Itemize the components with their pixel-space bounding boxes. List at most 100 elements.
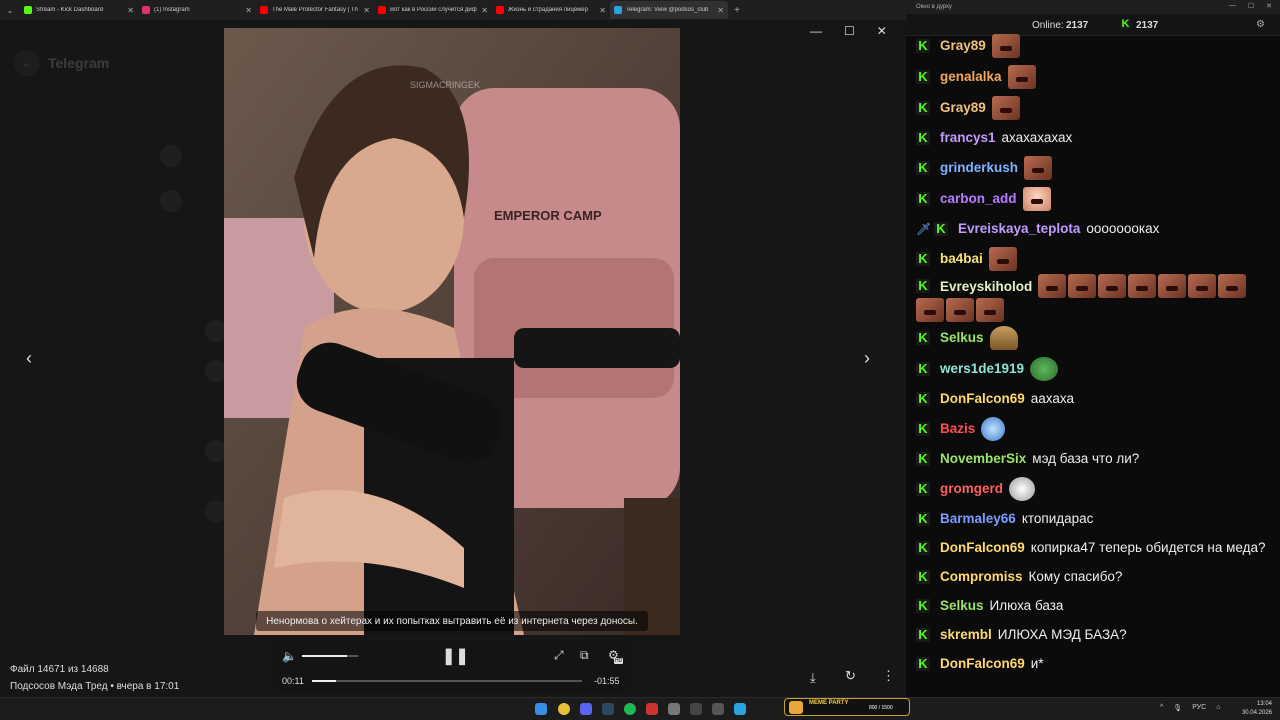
download-icon[interactable]: ⤓ (810, 670, 816, 686)
tab-3[interactable]: Вот как в России случится диф ✕ (374, 1, 492, 19)
app-icon[interactable] (668, 703, 680, 715)
chat-username[interactable]: Gray89 (940, 100, 986, 115)
close-icon[interactable]: ✕ (877, 24, 887, 38)
tab-2[interactable]: The Male Protector Fantasy | Th ✕ (256, 1, 374, 19)
previous-icon[interactable]: ‹ (26, 348, 32, 369)
tab-title: Telegram: View @podsos_club (626, 7, 709, 13)
emote-icon (981, 416, 1006, 441)
chat-settings-icon[interactable]: ⚙ (1256, 19, 1265, 30)
chat-message: K DonFalcon69 и* (916, 649, 1272, 678)
spotify-icon[interactable] (624, 703, 636, 715)
clock[interactable]: 13:04 30.04.2026 (1242, 700, 1272, 718)
chat-minimize-icon[interactable]: — (1229, 2, 1236, 10)
chat-username[interactable]: francys1 (940, 130, 996, 145)
kick-badge-icon: K (916, 279, 930, 293)
chat-username[interactable]: Selkus (940, 330, 984, 345)
chat-message: Kfrancys1 ахахахахах (916, 123, 1272, 152)
pause-icon[interactable]: ❚❚ (442, 646, 469, 666)
tab-close-icon[interactable]: ✕ (127, 6, 134, 15)
chat-username[interactable]: carbon_add (940, 191, 1017, 206)
kick-badge-icon: K (916, 130, 930, 145)
kick-icon (24, 6, 32, 14)
chat-message: K Barmaley66 ктопидарас (916, 504, 1272, 533)
lang-indicator[interactable]: РУС (1192, 704, 1206, 712)
maximize-icon[interactable]: ☐ (844, 24, 855, 38)
file-source: Подсосов Мэда Тред • вчера в 17:01 (10, 681, 180, 692)
tab-close-icon[interactable]: ✕ (363, 6, 370, 15)
more-icon[interactable]: ⋮ (882, 668, 895, 684)
chat-username[interactable]: DonFalcon69 (940, 391, 1025, 406)
tab-1[interactable]: (1) Instagram ✕ (138, 1, 256, 19)
chat-maximize-icon[interactable]: ☐ (1248, 2, 1254, 10)
clock-date: 30.04.2026 (1241, 710, 1272, 716)
network-icon[interactable]: ⌂ (1216, 704, 1220, 712)
fullscreen-icon[interactable]: ⤢ (554, 648, 564, 663)
time-current: 00:11 (282, 676, 304, 686)
discord-icon[interactable] (580, 703, 592, 715)
tab-close-icon[interactable]: ✕ (717, 6, 724, 15)
app-icon[interactable] (690, 703, 702, 715)
chat-username[interactable]: Bazis (940, 421, 975, 436)
youtube-icon (496, 6, 504, 14)
chat-close-icon[interactable]: ✕ (1266, 2, 1272, 10)
app-icon[interactable] (712, 703, 724, 715)
chevron-up-icon[interactable]: ^ (1160, 704, 1163, 712)
minimize-icon[interactable]: — (810, 24, 822, 38)
chat-username[interactable]: Barmaley66 (940, 511, 1016, 526)
file-counter: Файл 14671 из 14688 (10, 664, 109, 675)
telegram-taskbar-icon[interactable] (734, 703, 746, 715)
emote-icon (1128, 274, 1157, 298)
meme-party-widget: MEME PARTY 800 / 1500 (784, 698, 910, 716)
chat-username[interactable]: genalalka (940, 69, 1002, 84)
forward-icon[interactable]: ↻ (845, 668, 856, 684)
chat-username[interactable]: Compromiss (940, 569, 1023, 584)
emote-icon (946, 298, 974, 322)
chat-username[interactable]: Gray89 (940, 38, 986, 53)
chat-message: K Evreyskiholod (916, 274, 1272, 322)
tab-close-icon[interactable]: ✕ (599, 6, 606, 15)
chat-username[interactable]: DonFalcon69 (940, 656, 1025, 671)
pip-icon[interactable]: ⧉ (580, 648, 589, 663)
chat-message: 🗡 K Evreiskaya_teplota оооооооках (916, 214, 1272, 243)
volume-icon[interactable]: 🔈 (282, 649, 297, 663)
chat-message: Kcarbon_add (916, 183, 1272, 214)
sword-icon: 🗡 (916, 221, 932, 236)
kick-badge-icon: K (916, 191, 930, 206)
chrome-icon[interactable] (558, 703, 570, 715)
app-icon[interactable] (646, 703, 658, 715)
tab-5[interactable]: Telegram: View @podsos_club ✕ (610, 1, 728, 19)
telegram-background: ← Telegram (0, 20, 227, 697)
start-icon[interactable] (535, 703, 547, 715)
chat-username[interactable]: wers1de1919 (940, 361, 1024, 376)
chat-username[interactable]: ba4bai (940, 251, 983, 266)
kick-badge-icon: K (916, 598, 930, 613)
chat-username[interactable]: Selkus (940, 598, 984, 613)
volume-slider[interactable] (302, 655, 358, 657)
chat-username[interactable]: DonFalcon69 (940, 540, 1025, 555)
chat-username[interactable]: Evreiskaya_teplota (958, 221, 1080, 236)
new-tab-button[interactable]: + (728, 5, 746, 16)
progress-bar[interactable] (312, 680, 582, 682)
tray-icons: ^ 🎙 РУС ⌂ (1160, 704, 1220, 712)
emote-icon (1007, 64, 1036, 89)
chat-username[interactable]: Evreyskiholod (940, 279, 1032, 294)
tab-menu-icon[interactable]: ⌄ (0, 0, 20, 20)
tab-close-icon[interactable]: ✕ (481, 6, 488, 15)
chat-username[interactable]: grinderkush (940, 160, 1018, 175)
emote-icon (916, 298, 944, 322)
steam-icon[interactable] (602, 703, 614, 715)
emote-icon (1218, 274, 1247, 298)
chat-text: Илюха база (989, 598, 1064, 613)
tab-4[interactable]: Жизнь и страдания лицемер ✕ (492, 1, 610, 19)
chat-username[interactable]: NovemberSix (940, 451, 1026, 466)
chat-username[interactable]: gromgerd (940, 481, 1003, 496)
chat-message: K Gray89 (916, 92, 1272, 123)
video-frame[interactable]: SIGMACRINGEK EMPEROR CAMP (224, 28, 680, 635)
mic-icon[interactable]: 🎙 (1173, 704, 1182, 712)
chat-username[interactable]: skrembl (940, 627, 992, 642)
kick-badge-icon: K (916, 69, 930, 84)
tab-0[interactable]: Stream - Kick Dashboard ✕ (20, 1, 138, 19)
next-icon[interactable]: › (864, 348, 870, 369)
tab-close-icon[interactable]: ✕ (245, 6, 252, 15)
video-subtitle: Ненормова о хейтерах и их попытках вытра… (256, 611, 648, 631)
